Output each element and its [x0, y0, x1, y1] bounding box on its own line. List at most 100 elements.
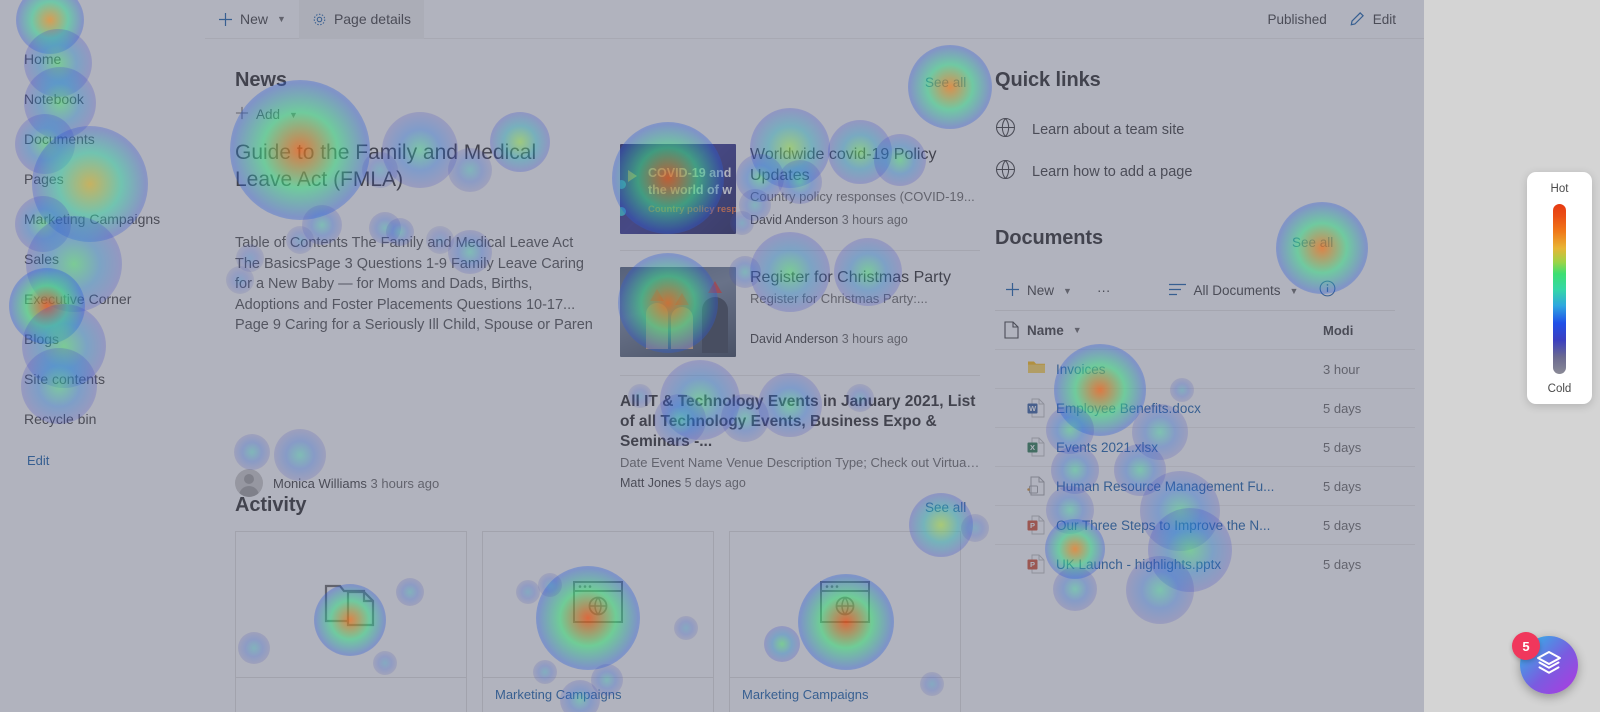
- documents-new-button[interactable]: New ▼: [995, 275, 1082, 307]
- news-hero-author: Monica Williams: [273, 475, 367, 491]
- excel-icon: X: [1027, 437, 1045, 457]
- chevron-down-icon: ▼: [277, 14, 286, 24]
- sidebar-item-executive-corner[interactable]: Executive Corner: [0, 279, 205, 319]
- document-row[interactable]: P Our Three Steps to Improve the N... 5 …: [995, 505, 1415, 544]
- news-hero-title[interactable]: Guide to the Family and Medical Leave Ac…: [235, 139, 595, 193]
- news-hero-description: Table of Contents The Family and Medical…: [235, 235, 593, 333]
- document-name-cell[interactable]: Human Resource Management Fu...: [1027, 476, 1323, 496]
- sidebar-item-blogs[interactable]: Blogs: [0, 319, 205, 359]
- activity-card-label[interactable]: Marketing Campaigns: [742, 687, 948, 702]
- activity-card[interactable]: Marketing Campaigns: [482, 531, 714, 712]
- santa-hat-icon: [675, 293, 689, 305]
- decor-dot: [620, 180, 626, 189]
- news-see-all-link[interactable]: See all: [925, 75, 966, 90]
- document-row[interactable]: Human Resource Management Fu... 5 days: [995, 466, 1415, 505]
- legend-cold-label: Cold: [1547, 383, 1572, 395]
- webpage-icon: [820, 581, 870, 628]
- command-bar-right: Published Edit: [1255, 11, 1424, 27]
- news-list-item[interactable]: COVID-19 and the world of w Country poli…: [620, 139, 980, 250]
- person-shape: [646, 303, 668, 349]
- document-modified: 5 days: [1323, 400, 1362, 416]
- news-hero-time: 3 hours ago: [370, 475, 440, 491]
- quick-link-item[interactable]: Learn about a team site: [995, 109, 1192, 151]
- news-item-time: 3 hours ago: [841, 213, 908, 227]
- page-details-button[interactable]: Page details: [298, 0, 424, 39]
- document-name: UK Launch - highlights.pptx: [1056, 556, 1222, 572]
- person-shape: [702, 297, 728, 353]
- activity-card[interactable]: Marketing Campaigns: [729, 531, 961, 712]
- command-bar: New ▼ Page details Published Edit: [205, 0, 1424, 39]
- documents-see-all-link[interactable]: See all: [1292, 235, 1333, 250]
- edit-button[interactable]: Edit: [1343, 11, 1402, 27]
- file-type-column-icon[interactable]: [995, 321, 1027, 339]
- news-item-title[interactable]: All IT & Technology Events in January 20…: [620, 392, 980, 452]
- sidebar-item-label: Documents: [24, 131, 95, 147]
- quick-link-item[interactable]: Learn how to add a page: [995, 151, 1192, 193]
- document-modified: 5 days: [1323, 439, 1362, 455]
- word-icon: W: [1027, 398, 1045, 418]
- news-add-button[interactable]: Add ▼: [235, 106, 298, 123]
- thumb-line-1: COVID-19 and: [648, 166, 732, 180]
- globe-icon: [995, 159, 1016, 185]
- documents-info-button[interactable]: [1319, 280, 1336, 302]
- sidebar-item-label: Pages: [24, 171, 64, 187]
- news-item-subtitle: Date Event Name Venue Description Type; …: [620, 455, 980, 470]
- layers-icon: [1534, 648, 1564, 683]
- document-name: Our Three Steps to Improve the N...: [1056, 517, 1271, 533]
- activity-thumbnail: [483, 532, 713, 677]
- document-row[interactable]: W Employee Benefits.docx 5 days: [995, 388, 1415, 427]
- document-name-cell[interactable]: P Our Three Steps to Improve the N...: [1027, 515, 1323, 535]
- globe-icon: [995, 117, 1016, 143]
- news-hero-byline-text: Monica Williams 3 hours ago: [273, 476, 439, 491]
- document-name: Events 2021.xlsx: [1056, 439, 1159, 455]
- news-list-item-wide[interactable]: All IT & Technology Events in January 20…: [620, 375, 980, 490]
- document-name-cell[interactable]: X Events 2021.xlsx: [1027, 437, 1323, 457]
- sidebar-item-documents[interactable]: Documents: [0, 119, 205, 159]
- document-name-cell[interactable]: W Employee Benefits.docx: [1027, 398, 1323, 418]
- page-details-label: Page details: [333, 11, 411, 27]
- svg-text:P: P: [1030, 560, 1035, 569]
- new-button[interactable]: New ▼: [205, 0, 299, 39]
- sidebar-item-marketing-campaigns[interactable]: Marketing Campaigns: [0, 199, 205, 239]
- svg-text:W: W: [1029, 404, 1037, 413]
- documents-view-selector[interactable]: All Documents ▼: [1159, 275, 1308, 307]
- sidebar-item-recycle-bin[interactable]: Recycle bin: [0, 399, 205, 439]
- sidebar-item-notebook[interactable]: Notebook: [0, 79, 205, 119]
- sidebar-item-pages[interactable]: Pages: [0, 159, 205, 199]
- news-item-title[interactable]: Register for Christmas Party: [750, 267, 980, 288]
- sidebar-item-label: Sales: [24, 251, 60, 267]
- gear-icon: [312, 12, 327, 27]
- document-row[interactable]: P UK Launch - highlights.pptx 5 days: [995, 544, 1415, 583]
- activity-thumbnail: [730, 532, 960, 677]
- news-item-title[interactable]: Worldwide covid-19 Policy Updates: [750, 144, 980, 186]
- activity-card-label[interactable]: Marketing Campaigns: [495, 687, 701, 702]
- sidebar-edit-link[interactable]: Edit: [0, 453, 205, 468]
- documents-name-column-label: Name: [1027, 322, 1064, 338]
- activity-see-all-link[interactable]: See all: [925, 500, 966, 515]
- news-list: COVID-19 and the world of w Country poli…: [620, 139, 980, 490]
- sidebar-item-label: Executive Corner: [24, 291, 132, 307]
- fab-badge-count: 5: [1512, 632, 1540, 660]
- document-name-cell[interactable]: Invoices: [1027, 359, 1323, 379]
- document-row[interactable]: Invoices 3 hour: [995, 349, 1415, 388]
- sidebar-item-sales[interactable]: Sales: [0, 239, 205, 279]
- sidebar-item-label: Notebook: [24, 91, 84, 107]
- sidebar-item-label: Marketing Campaigns: [24, 211, 161, 227]
- svg-text:X: X: [1030, 443, 1035, 452]
- documents-name-column-header[interactable]: Name ▼: [1027, 323, 1323, 338]
- document-modified: 5 days: [1323, 517, 1362, 533]
- activity-card-footer: [236, 677, 466, 712]
- sidebar-item-home[interactable]: Home: [0, 39, 205, 79]
- documents-modified-column-header[interactable]: Modi: [1323, 323, 1415, 338]
- document-name-cell[interactable]: P UK Launch - highlights.pptx: [1027, 554, 1323, 574]
- news-item-time: 3 hours ago: [841, 332, 908, 346]
- news-list-item[interactable]: Register for Christmas Party Register fo…: [620, 250, 980, 373]
- documents-more-button[interactable]: ···: [1087, 275, 1121, 307]
- list-view-icon: [1169, 283, 1187, 299]
- decor-dot: [620, 207, 626, 216]
- sidebar-item-site-contents[interactable]: Site contents: [0, 359, 205, 399]
- activity-thumbnail: [236, 532, 466, 677]
- heatmap-legend-panel: Hot Cold: [1527, 172, 1592, 404]
- activity-card[interactable]: [235, 531, 467, 712]
- document-row[interactable]: X Events 2021.xlsx 5 days: [995, 427, 1415, 466]
